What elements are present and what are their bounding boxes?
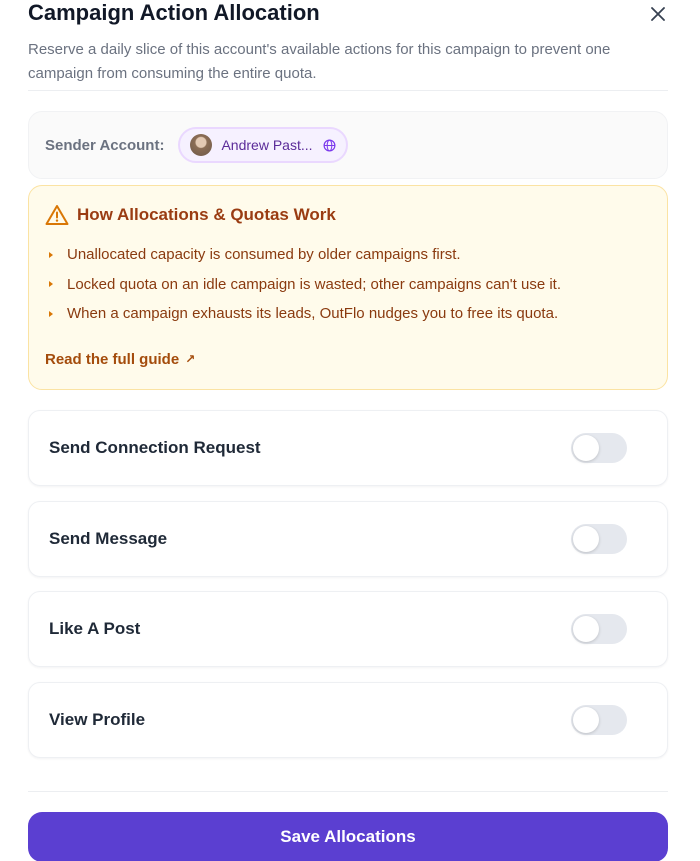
- list-item: Unallocated capacity is consumed by olde…: [45, 240, 651, 270]
- sender-account-row: Sender Account: Andrew Past...: [28, 111, 668, 179]
- allocation-panel: Campaign Action Allocation Reserve a dai…: [0, 0, 700, 861]
- toggle-knob: [573, 616, 599, 642]
- toggle-knob: [573, 435, 599, 461]
- action-list: Send Connection Request Send Message Lik…: [28, 410, 668, 758]
- list-item-text: Locked quota on an idle campaign is wast…: [67, 275, 561, 293]
- sender-account-label: Sender Account:: [45, 136, 165, 154]
- view-profile-toggle[interactable]: [571, 704, 627, 735]
- external-arrow-icon: ↗: [185, 352, 196, 366]
- panel-subtitle: Reserve a daily slice of this account's …: [28, 41, 611, 82]
- close-button[interactable]: [646, 2, 670, 26]
- toggle-knob: [573, 706, 599, 733]
- action-label: Like A Post: [49, 619, 141, 638]
- list-item-text: When a campaign exhausts its leads, OutF…: [67, 305, 559, 323]
- footer-divider: [28, 791, 668, 792]
- read-guide-label: Read the full guide: [45, 350, 180, 368]
- action-card-send-message: Send Message: [28, 500, 668, 577]
- action-label: Send Message: [49, 528, 168, 548]
- close-icon: [651, 7, 665, 21]
- list-item: Locked quota on an idle campaign is wast…: [45, 270, 651, 300]
- list-item: When a campaign exhausts its leads, OutF…: [45, 299, 651, 329]
- toggle-knob: [573, 525, 599, 552]
- bullet-icon: [49, 310, 53, 317]
- action-card-send-connection-request: Send Connection Request: [28, 410, 668, 486]
- read-guide-link[interactable]: Read the full guide ↗: [45, 351, 195, 368]
- list-item-text: Unallocated capacity is consumed by olde…: [67, 246, 461, 264]
- action-label: View Profile: [49, 709, 146, 729]
- callout-title-text: How Allocations & Quotas Work: [77, 205, 336, 224]
- bullet-icon: [49, 251, 53, 258]
- callout-list: Unallocated capacity is consumed by olde…: [45, 240, 651, 329]
- panel-header: Campaign Action Allocation Reserve a dai…: [28, 0, 668, 90]
- save-allocations-button[interactable]: Save Allocations: [28, 812, 668, 861]
- sender-account-name: Andrew Past...: [221, 137, 313, 153]
- bullet-icon: [49, 281, 53, 288]
- warning-triangle-icon: [45, 205, 69, 225]
- action-card-like-a-post: Like A Post: [28, 591, 668, 667]
- sender-account-chip[interactable]: Andrew Past...: [178, 127, 348, 163]
- header-divider: [28, 90, 668, 91]
- send-connection-request-toggle[interactable]: [571, 433, 627, 463]
- quota-info-callout: How Allocations & Quotas Work Unallocate…: [28, 185, 668, 390]
- callout-title: How Allocations & Quotas Work: [45, 204, 651, 226]
- like-a-post-toggle[interactable]: [571, 614, 627, 644]
- globe-icon: [323, 139, 336, 151]
- send-message-toggle[interactable]: [571, 523, 627, 554]
- panel-title: Campaign Action Allocation: [28, 0, 320, 25]
- action-card-view-profile: View Profile: [28, 681, 668, 758]
- action-label: Send Connection Request: [49, 438, 261, 457]
- avatar: [190, 134, 213, 156]
